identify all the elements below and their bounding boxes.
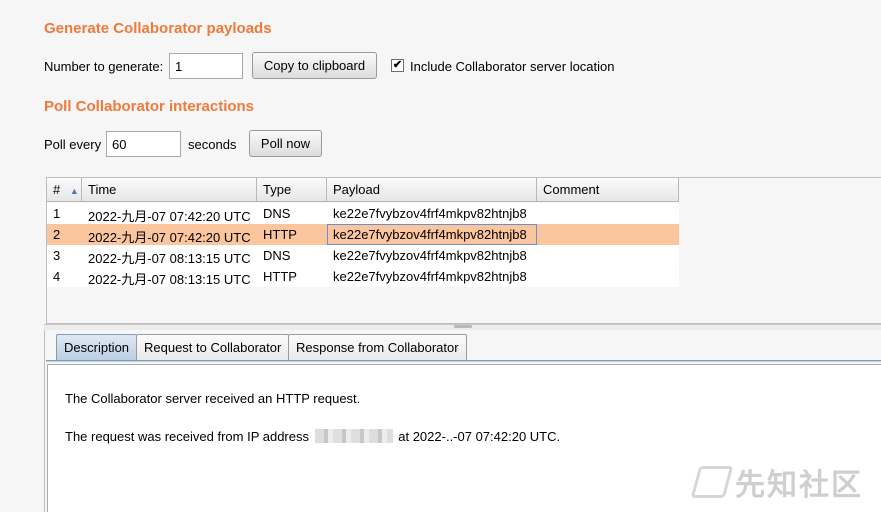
column-header-comment[interactable]: Comment: [537, 178, 679, 202]
watermark-logo-icon: [690, 466, 734, 498]
table-row-selected[interactable]: 2 2022-九月-07 07:42:20 UTC HTTP ke22e7fvy…: [47, 224, 679, 245]
interactions-table: # ▲ Time Type Payload Comment 1 2022-九月-…: [46, 177, 881, 324]
tab-description[interactable]: Description: [56, 334, 138, 361]
number-to-generate-input[interactable]: [169, 53, 243, 79]
checkmark-icon: ✔: [392, 59, 403, 71]
column-header-type[interactable]: Type: [257, 178, 327, 202]
table-row[interactable]: 3 2022-九月-07 08:13:15 UTC DNS ke22e7fvyb…: [47, 245, 679, 266]
tab-strip-underline: [46, 360, 881, 362]
tab-request-to-collaborator[interactable]: Request to Collaborator: [136, 334, 290, 361]
number-to-generate-label: Number to generate:: [44, 59, 164, 74]
table-header: # ▲ Time Type Payload Comment: [47, 178, 679, 202]
generate-heading: Generate Collaborator payloads: [44, 20, 272, 37]
redacted-ip-address: [314, 429, 393, 443]
tab-response-from-collaborator[interactable]: Response from Collaborator: [288, 334, 467, 361]
poll-every-label: Poll every: [44, 137, 102, 152]
column-header-payload[interactable]: Payload: [327, 178, 537, 202]
seconds-label: seconds: [188, 137, 237, 152]
table-row[interactable]: 4 2022-九月-07 08:13:15 UTC HTTP ke22e7fvy…: [47, 266, 679, 287]
description-line-2: The request was received from IP address…: [65, 429, 561, 444]
poll-interval-input[interactable]: [106, 131, 181, 157]
table-row[interactable]: 1 2022-九月-07 07:42:20 UTC DNS ke22e7fvyb…: [47, 203, 679, 224]
divider-grip-icon[interactable]: [454, 325, 472, 328]
column-header-number[interactable]: # ▲: [47, 178, 82, 202]
sort-ascending-icon: ▲: [69, 186, 79, 196]
include-server-location-checkbox[interactable]: ✔: [391, 59, 404, 72]
copy-to-clipboard-button[interactable]: Copy to clipboard: [252, 52, 377, 79]
description-line-1: The Collaborator server received an HTTP…: [65, 391, 361, 406]
table-body: 1 2022-九月-07 07:42:20 UTC DNS ke22e7fvyb…: [47, 203, 679, 287]
include-server-location-label: Include Collaborator server location: [410, 59, 615, 74]
watermark: 先知社区: [690, 460, 863, 504]
poll-heading: Poll Collaborator interactions: [44, 98, 255, 115]
poll-now-button[interactable]: Poll now: [249, 130, 322, 157]
column-header-time[interactable]: Time: [82, 178, 257, 202]
